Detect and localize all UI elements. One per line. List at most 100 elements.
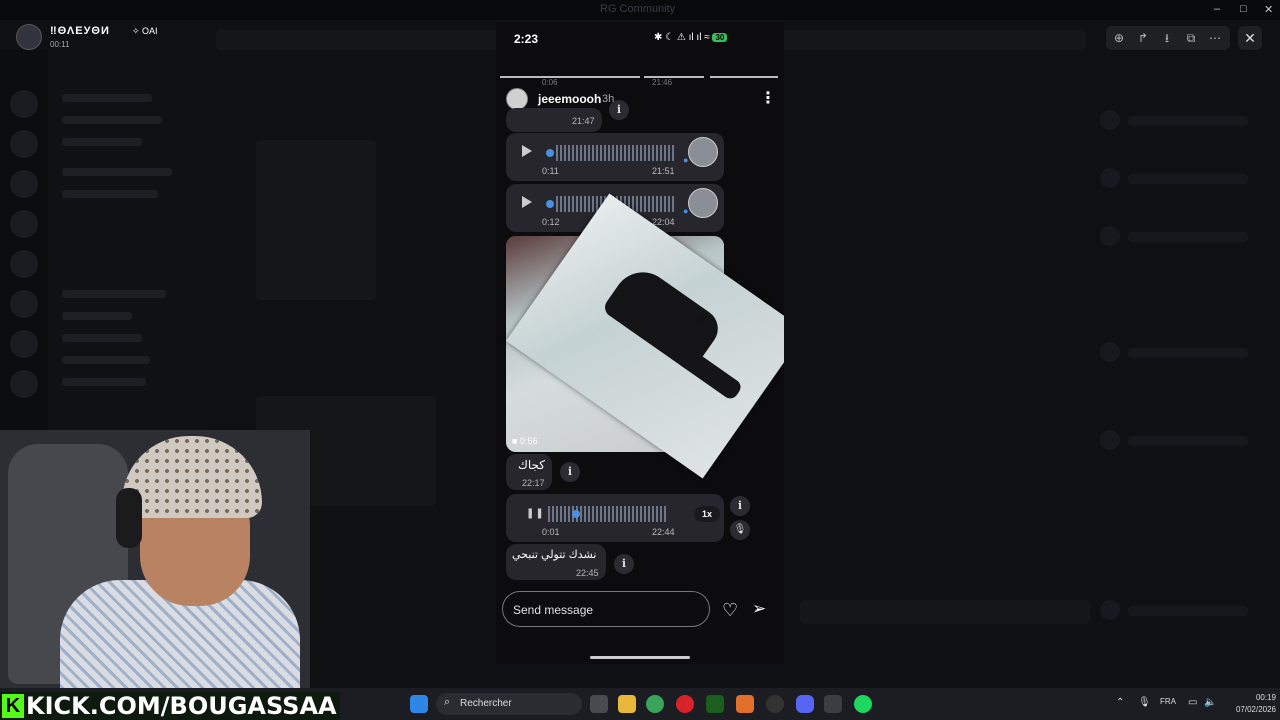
volume-icon[interactable]: 🔈 <box>1204 697 1216 708</box>
taskbar-date: 07/02/2026 <box>1235 705 1276 714</box>
taskbar-clock[interactable]: 00:19 07/02/2026 <box>1224 692 1276 716</box>
member-name[interactable] <box>1128 606 1248 616</box>
maximize-button[interactable]: □ <box>1240 3 1247 15</box>
obs-icon[interactable] <box>766 695 784 713</box>
playback-speed-button[interactable]: 1x <box>694 506 720 522</box>
streamer-badge: ‼ΘΛЕУΘИ ✧ OAI 00:11 <box>14 22 184 52</box>
open-external-icon[interactable]: ⧉ <box>1182 29 1200 47</box>
avatar[interactable] <box>1100 600 1120 620</box>
channel-item[interactable] <box>62 116 162 124</box>
spotify-icon[interactable] <box>854 695 872 713</box>
avatar[interactable] <box>1100 226 1120 246</box>
file-explorer-icon[interactable] <box>618 695 636 713</box>
message-input[interactable] <box>513 600 693 620</box>
streamer-tag: ✧ OAI <box>132 26 158 36</box>
mic-icon[interactable]: 🎙 <box>1138 697 1151 708</box>
channel-item[interactable] <box>62 138 142 146</box>
chevron-up-icon[interactable]: ⌃ <box>1116 697 1124 708</box>
avatar[interactable] <box>1100 430 1120 450</box>
message-text: كجاك <box>518 458 546 472</box>
voice-duration: 0:11 <box>542 166 559 176</box>
message-time: 22:17 <box>522 478 545 488</box>
voice-message[interactable]: 0:11 21:51 ● <box>506 133 724 181</box>
server-icon[interactable] <box>10 90 38 118</box>
download-icon[interactable]: ⭳ <box>1158 29 1176 47</box>
pause-icon[interactable]: ❚❚ <box>526 508 545 519</box>
server-icon[interactable] <box>10 330 38 358</box>
playhead-dot[interactable] <box>546 149 554 157</box>
member-name[interactable] <box>1128 436 1248 446</box>
streamer-avatar <box>16 24 42 50</box>
channel-item[interactable] <box>62 378 146 386</box>
playhead-dot[interactable] <box>572 510 580 518</box>
window-titlebar: RG Community – □ ✕ <box>0 0 1280 20</box>
member-name[interactable] <box>1128 348 1248 358</box>
more-options-icon[interactable]: ⋮ <box>760 88 776 108</box>
zoom-icon[interactable]: ⊕ <box>1110 29 1128 47</box>
image-viewer-toolbar: ⊕ ↱ ⭳ ⧉ ⋯ <box>1106 26 1230 50</box>
kick-url: KICK.COM/BOUGASSAA <box>26 692 337 720</box>
streamer-name: ‼ΘΛЕУΘИ <box>50 25 110 37</box>
home-indicator[interactable] <box>590 656 690 659</box>
text-message: 21:47 <box>506 108 602 132</box>
voice-duration: 0:12 <box>542 217 560 227</box>
server-icon[interactable] <box>10 290 38 318</box>
server-icon[interactable] <box>10 130 38 158</box>
chrome-icon[interactable] <box>646 695 664 713</box>
avatar[interactable] <box>1100 342 1120 362</box>
play-icon[interactable] <box>522 196 532 208</box>
avatar <box>688 188 718 218</box>
search-label: Rechercher <box>460 698 512 709</box>
channel-item[interactable] <box>62 312 132 320</box>
app-icon[interactable] <box>736 695 754 713</box>
task-view-icon[interactable] <box>590 695 608 713</box>
text-message: كجاك 22:17 <box>506 454 552 490</box>
channel-item[interactable] <box>62 94 152 102</box>
info-icon[interactable]: i <box>730 496 750 516</box>
info-icon[interactable]: i <box>609 100 629 120</box>
mic-icon[interactable]: 🎙 <box>730 520 750 540</box>
taskbar-search[interactable]: ⌕ Rechercher <box>436 693 582 715</box>
member-name[interactable] <box>1128 232 1248 242</box>
more-icon[interactable]: ⋯ <box>1206 29 1224 47</box>
send-icon[interactable]: ➢ <box>752 599 766 619</box>
minimize-button[interactable]: – <box>1214 3 1220 15</box>
message-composer <box>502 591 710 627</box>
avatar[interactable] <box>1100 168 1120 188</box>
member-name[interactable] <box>1128 174 1248 184</box>
voice-message-playing[interactable]: ❚❚ 0:01 22:44 1x <box>506 494 724 542</box>
windows-start-icon[interactable] <box>410 695 428 713</box>
channel-item[interactable] <box>62 356 150 364</box>
channel-item[interactable] <box>62 190 158 198</box>
forward-icon[interactable]: ↱ <box>1134 29 1152 47</box>
info-icon[interactable]: i <box>614 554 634 574</box>
close-window-button[interactable]: ✕ <box>1264 3 1273 16</box>
network-icon[interactable]: ▭ <box>1188 697 1197 708</box>
info-icon[interactable]: i <box>560 462 580 482</box>
terminal-icon[interactable] <box>706 695 724 713</box>
server-icon[interactable] <box>10 170 38 198</box>
playhead-dot[interactable] <box>546 200 554 208</box>
channel-item[interactable] <box>62 290 166 298</box>
close-viewer-button[interactable]: ✕ <box>1238 26 1262 50</box>
message-text: نشدك تتولي تنبحي <box>512 549 597 561</box>
server-icon[interactable] <box>10 210 38 238</box>
server-icon[interactable] <box>10 370 38 398</box>
channel-item[interactable] <box>62 334 142 342</box>
waveform <box>548 506 666 522</box>
language-indicator[interactable]: FRA <box>1160 697 1176 706</box>
heart-icon[interactable]: ♡ <box>722 600 738 621</box>
server-icon[interactable] <box>10 250 38 278</box>
opera-icon[interactable] <box>676 695 694 713</box>
chat-username[interactable]: jeeemoooh <box>538 92 601 106</box>
play-icon[interactable] <box>522 145 532 157</box>
battery-icon: 30 <box>712 33 728 42</box>
avatar[interactable] <box>506 88 528 110</box>
avatar[interactable] <box>1100 110 1120 130</box>
channel-item[interactable] <box>62 168 172 176</box>
app-icon[interactable] <box>824 695 842 713</box>
phone-clock: 2:23 <box>514 32 539 46</box>
member-name[interactable] <box>1128 116 1248 126</box>
window-title: RG Community <box>600 3 676 15</box>
discord-icon[interactable] <box>796 695 814 713</box>
